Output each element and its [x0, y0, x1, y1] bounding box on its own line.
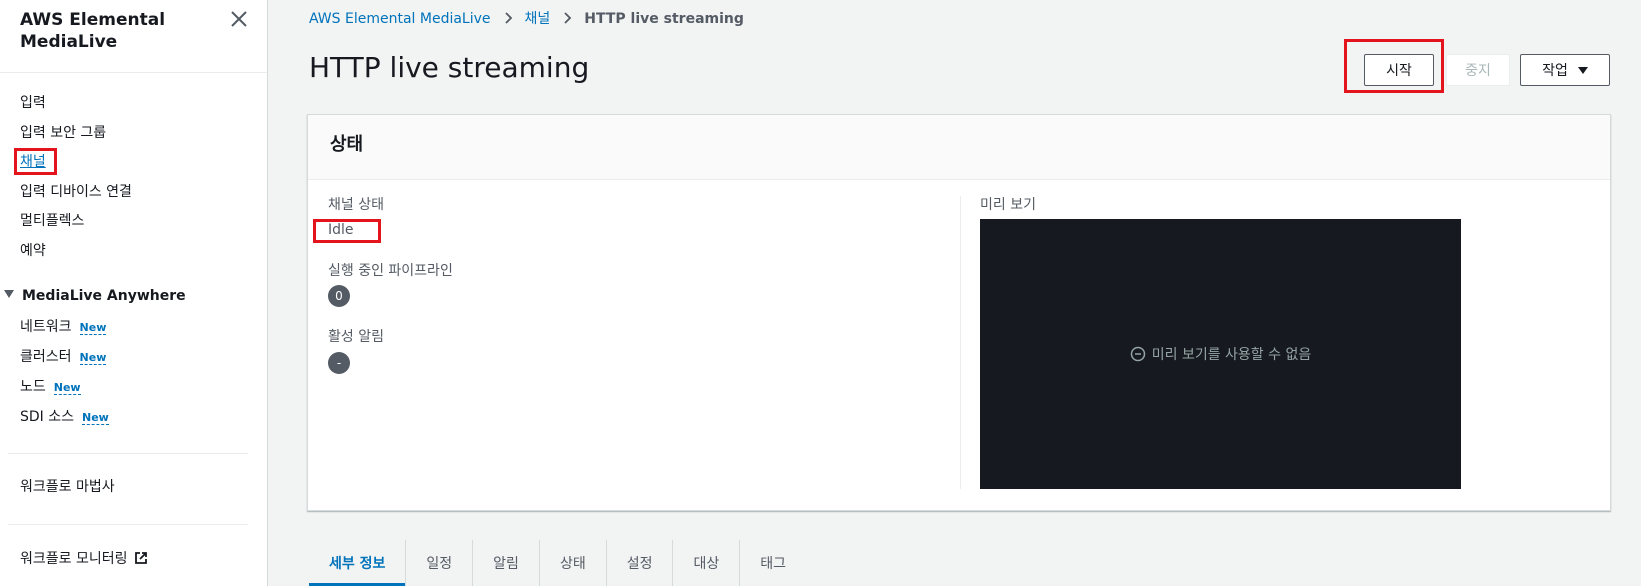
sidebar-divider [8, 453, 248, 454]
sidebar-item-clusters[interactable]: 클러스터 New [20, 348, 107, 366]
tab-label: 태그 [760, 556, 786, 572]
sidebar-item-sdi-sources[interactable]: SDI 소스 New [20, 408, 109, 426]
sidebar-item-multiplexes[interactable]: 멀티플렉스 [20, 212, 84, 230]
sidebar-item-channels[interactable]: 채널 [20, 153, 46, 171]
sidebar-item-input-devices[interactable]: 입력 디바이스 연결 [20, 183, 132, 201]
preview-label: 미리 보기 [980, 197, 1036, 213]
running-pipelines-label: 실행 중인 파이프라인 [328, 263, 453, 279]
active-alerts-count: - [328, 352, 350, 374]
panel-header: 상태 [308, 115, 1610, 180]
channel-state-value: Idle [328, 222, 354, 238]
start-button[interactable]: 시작 [1364, 54, 1434, 86]
tab-details[interactable]: 세부 정보 [309, 540, 407, 586]
item-label: 클러스터 [20, 349, 72, 365]
item-label: 워크플로 모니터링 [20, 551, 128, 567]
panel-title: 상태 [330, 134, 364, 155]
page-title: HTTP live streaming [309, 51, 590, 84]
tab-label: 대상 [693, 556, 720, 572]
tab-settings[interactable]: 설정 [607, 540, 674, 586]
tab-label: 설정 [626, 556, 653, 572]
side-navigation: AWS Elemental MediaLive 입력 입력 보안 그룹 채널 입… [0, 0, 268, 586]
tab-label: 상태 [559, 556, 586, 572]
sidebar-section-medialive-anywhere[interactable]: MediaLive Anywhere [4, 288, 186, 304]
sidebar-item-workflow-wizard[interactable]: 워크플로 마법사 [20, 478, 115, 496]
breadcrumb: AWS Elemental MediaLive 채널 HTTP live strea… [309, 10, 744, 28]
preview-player: 미리 보기를 사용할 수 없음 [980, 219, 1461, 489]
chevron-right-icon [564, 12, 572, 24]
tab-health[interactable]: 상태 [540, 540, 607, 586]
column-divider [960, 196, 961, 489]
channel-state-label: 채널 상태 [328, 197, 384, 213]
item-label: 네트워크 [20, 319, 72, 335]
sidebar-item-input-security-groups[interactable]: 입력 보안 그룹 [20, 124, 106, 142]
sidebar-item-reservations[interactable]: 예약 [20, 242, 46, 260]
section-label: MediaLive Anywhere [22, 288, 186, 304]
new-badge: New [53, 381, 81, 395]
status-panel: 상태 채널 상태 Idle 실행 중인 파이프라인 0 활성 알림 - 미리 보… [307, 114, 1611, 511]
new-badge: New [82, 411, 109, 425]
sidebar-divider [8, 524, 248, 525]
sidebar-item-inputs[interactable]: 입력 [20, 94, 46, 112]
tab-destinations[interactable]: 대상 [673, 540, 741, 586]
chevron-right-icon [504, 12, 512, 24]
tab-label: 세부 정보 [329, 556, 386, 572]
tab-tags[interactable]: 태그 [740, 540, 806, 586]
item-label: 노드 [20, 379, 46, 395]
detail-tabs: 세부 정보 일정 알림 상태 설정 대상 태그 [309, 540, 806, 586]
sidebar-item-networks[interactable]: 네트워크 New [20, 318, 107, 336]
sidebar-divider [0, 72, 267, 73]
caret-down-icon [4, 290, 14, 298]
tab-schedule[interactable]: 일정 [406, 540, 474, 586]
breadcrumb-channels-link[interactable]: 채널 [525, 11, 551, 28]
item-label: SDI 소스 [20, 409, 75, 425]
tab-label: 일정 [426, 556, 453, 572]
breadcrumb-current: HTTP live streaming [584, 11, 744, 27]
sidebar-item-workflow-monitor[interactable]: 워크플로 모니터링 [20, 550, 148, 568]
actions-label: 작업 [1542, 63, 1568, 79]
breadcrumb-root-link[interactable]: AWS Elemental MediaLive [309, 11, 491, 28]
stop-button[interactable]: 중지 [1446, 54, 1510, 86]
close-icon[interactable] [228, 8, 250, 30]
new-badge: New [79, 321, 107, 335]
sidebar-item-nodes[interactable]: 노드 New [20, 378, 81, 396]
new-badge: New [79, 351, 107, 365]
actions-dropdown-button[interactable]: 작업 [1520, 54, 1610, 86]
minus-circle-icon [1130, 346, 1145, 362]
caret-down-icon [1577, 66, 1588, 74]
running-pipelines-count: 0 [328, 285, 350, 307]
sidebar-title[interactable]: AWS Elemental MediaLive [20, 9, 220, 53]
tab-label: 알림 [493, 556, 519, 572]
preview-unavailable-text: 미리 보기를 사용할 수 없음 [1151, 347, 1312, 363]
external-link-icon [134, 552, 147, 564]
active-alerts-label: 활성 알림 [328, 329, 384, 345]
tab-alerts[interactable]: 알림 [473, 540, 540, 586]
